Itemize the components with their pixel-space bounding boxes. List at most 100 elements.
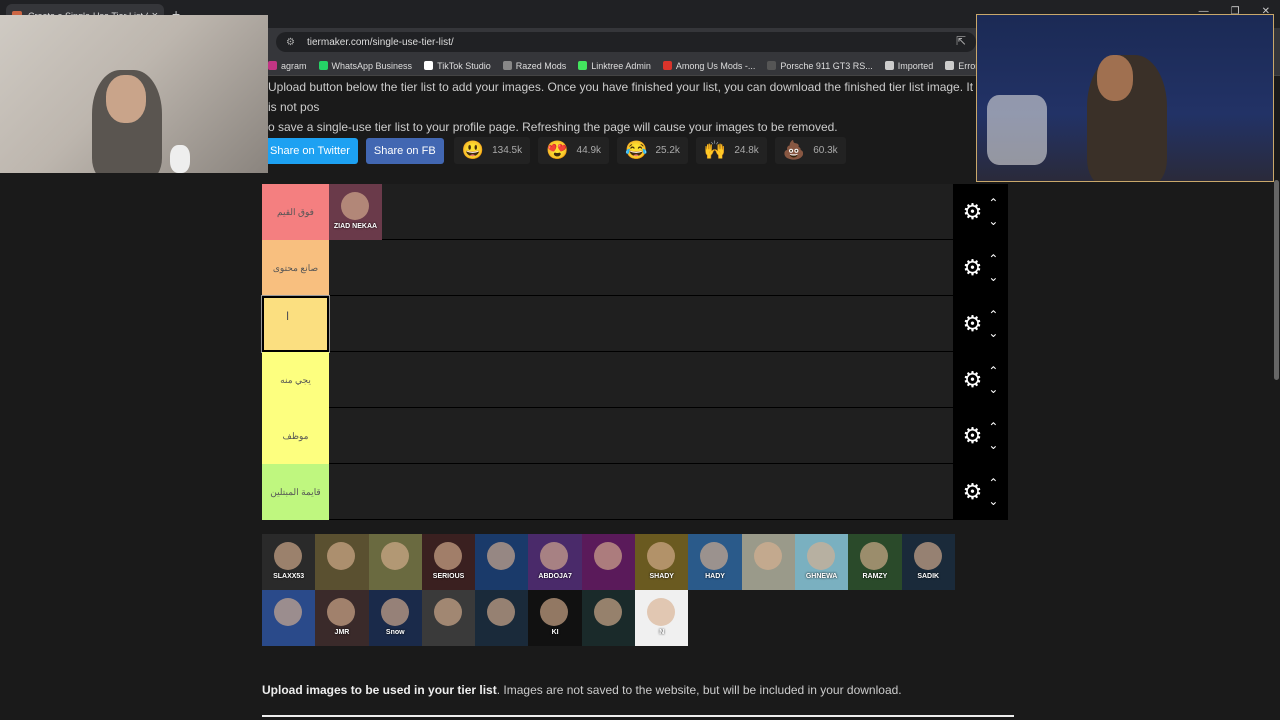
tier-items[interactable] bbox=[329, 296, 953, 351]
reaction-poop[interactable]: 💩 60.3k bbox=[774, 137, 846, 164]
tier-row: قايمة المبتلين ⚙ ⌃ ⌄ bbox=[262, 464, 1008, 520]
avatar bbox=[487, 598, 516, 626]
tier-image[interactable] bbox=[741, 534, 795, 590]
tier-controls: ⚙ ⌃ ⌄ bbox=[953, 296, 1008, 351]
tier-image[interactable]: SHADY bbox=[635, 534, 689, 590]
bookmark-item[interactable]: Razed Mods bbox=[502, 61, 566, 71]
site-info-icon[interactable]: ⚙ bbox=[286, 37, 295, 48]
move-down-icon[interactable]: ⌄ bbox=[988, 436, 998, 454]
share-twitter-button[interactable]: Share on Twitter bbox=[262, 137, 358, 164]
image-caption: SLAXX53 bbox=[273, 572, 305, 580]
bookmark-item[interactable]: Imported bbox=[884, 61, 933, 71]
tier-image[interactable]: SLAXX53 bbox=[262, 534, 316, 590]
avatar bbox=[540, 542, 569, 570]
laughing-face-icon: 😂 bbox=[625, 140, 648, 160]
tier-label[interactable]: قايمة المبتلين bbox=[262, 464, 329, 520]
move-up-icon[interactable]: ⌃ bbox=[988, 418, 998, 436]
avatar bbox=[700, 542, 729, 570]
share-fb-button[interactable]: Share on FB bbox=[365, 137, 444, 164]
image-caption: SADIK bbox=[917, 572, 940, 580]
avatar bbox=[380, 598, 409, 626]
tier-label[interactable]: موظف bbox=[262, 408, 329, 464]
move-down-icon[interactable]: ⌄ bbox=[988, 268, 998, 286]
tier-items[interactable] bbox=[329, 408, 953, 463]
bookmark-item[interactable]: Porsche 911 GT3 RS... bbox=[767, 61, 873, 71]
tier-image[interactable] bbox=[581, 534, 636, 590]
move-up-icon[interactable]: ⌃ bbox=[988, 306, 998, 324]
bookmark-item[interactable]: Linktree Admin bbox=[578, 61, 651, 71]
upload-instructions: Upload images to be used in your tier li… bbox=[262, 683, 902, 697]
move-up-icon[interactable]: ⌃ bbox=[988, 362, 998, 380]
bookmark-item[interactable]: WhatsApp Business bbox=[318, 60, 413, 71]
reaction-count: 24.8k bbox=[734, 145, 759, 156]
tier-image[interactable] bbox=[262, 590, 316, 646]
move-down-icon[interactable]: ⌄ bbox=[988, 212, 998, 230]
bookmark-item[interactable]: Among Us Mods -... bbox=[662, 61, 755, 71]
settings-gear-icon[interactable]: ⚙ bbox=[963, 479, 983, 505]
scrollbar[interactable] bbox=[1272, 180, 1280, 720]
tier-row: موظف ⚙ ⌃ ⌄ bbox=[262, 408, 1008, 464]
upload-area-border bbox=[262, 715, 1014, 717]
scrollbar-thumb[interactable] bbox=[1274, 180, 1279, 380]
tier-label[interactable]: يجي منه bbox=[262, 352, 329, 408]
tier-image[interactable]: RAMZY bbox=[848, 534, 902, 590]
bookmark-label: WhatsApp Business bbox=[331, 60, 413, 71]
bookmark-item[interactable]: Error bbox=[945, 61, 978, 71]
tier-items[interactable] bbox=[329, 240, 953, 295]
tier-label[interactable]: I bbox=[261, 295, 330, 353]
tier-label[interactable]: صانع محتوى bbox=[262, 240, 329, 296]
image-caption: N bbox=[659, 628, 665, 636]
reaction-grinning-face[interactable]: 😃 134.5k bbox=[453, 137, 531, 164]
text-cursor-icon: I bbox=[285, 309, 290, 323]
tier-image[interactable]: JMR bbox=[315, 590, 369, 646]
tier-image[interactable]: HADY bbox=[688, 534, 742, 590]
settings-gear-icon[interactable]: ⚙ bbox=[963, 423, 983, 449]
tier-image[interactable] bbox=[581, 590, 636, 646]
bookmark-icon bbox=[268, 61, 277, 70]
tier-image[interactable]: SADIK bbox=[901, 534, 955, 590]
settings-gear-icon[interactable]: ⚙ bbox=[963, 255, 983, 281]
tier-items[interactable] bbox=[329, 464, 953, 519]
tier-image[interactable]: N bbox=[635, 590, 689, 646]
intro-line-2: o save a single-use tier list to your pr… bbox=[268, 120, 838, 134]
tier-image[interactable]: Snow bbox=[368, 590, 422, 646]
tier-items[interactable] bbox=[329, 352, 953, 407]
tier-image[interactable] bbox=[368, 534, 422, 590]
reaction-raised-hands[interactable]: 🙌 24.8k bbox=[695, 137, 767, 164]
tier-image[interactable]: SERIOUS bbox=[421, 534, 476, 590]
bookmark-icon bbox=[945, 61, 955, 70]
move-down-icon[interactable]: ⌄ bbox=[988, 380, 998, 398]
tier-image[interactable] bbox=[315, 534, 369, 590]
url-field[interactable]: ⚙ tiermaker.com/single-use-tier-list/ bbox=[276, 32, 976, 52]
settings-gear-icon[interactable]: ⚙ bbox=[963, 367, 983, 393]
move-down-icon[interactable]: ⌄ bbox=[988, 492, 998, 510]
image-caption: KI bbox=[551, 628, 559, 636]
move-up-icon[interactable]: ⌃ bbox=[988, 194, 998, 212]
tier-image[interactable]: KI bbox=[528, 590, 582, 646]
reaction-laughing-face[interactable]: 😂 25.2k bbox=[617, 137, 688, 164]
tier-items[interactable]: ZIAD NEKAA bbox=[329, 184, 953, 240]
image-pool: SLAXX53 SERIOUS ABDOJA7 SHADY HADY GHNEWA RAMZ… bbox=[262, 534, 1008, 646]
tier-image[interactable]: GHNEWA bbox=[794, 534, 849, 590]
tier-image[interactable] bbox=[421, 590, 476, 646]
move-up-icon[interactable]: ⌃ bbox=[988, 474, 998, 492]
tier-image[interactable] bbox=[475, 590, 529, 646]
open-external-icon[interactable]: ⇱ bbox=[956, 34, 966, 48]
settings-gear-icon[interactable]: ⚙ bbox=[963, 311, 983, 337]
microphone-icon bbox=[170, 145, 190, 173]
bookmark-item[interactable]: agram bbox=[268, 61, 307, 71]
image-caption: GHNEWA bbox=[805, 572, 838, 580]
image-caption: ABDOJA7 bbox=[538, 572, 572, 580]
settings-gear-icon[interactable]: ⚙ bbox=[963, 199, 983, 225]
tier-image[interactable]: ZIAD NEKAA bbox=[329, 184, 382, 240]
raised-hands-icon: 🙌 bbox=[703, 140, 727, 160]
move-down-icon[interactable]: ⌄ bbox=[988, 324, 998, 342]
tier-image[interactable]: ABDOJA7 bbox=[528, 534, 582, 590]
avatar bbox=[380, 542, 409, 570]
move-up-icon[interactable]: ⌃ bbox=[988, 250, 998, 268]
bookmark-item[interactable]: TikTok Studio bbox=[424, 61, 491, 71]
tier-label[interactable]: فوق القيم bbox=[262, 184, 329, 240]
tier-image[interactable] bbox=[475, 534, 529, 590]
reaction-heart-eyes[interactable]: 😍 44.9k bbox=[538, 137, 610, 164]
bookmark-icon bbox=[884, 61, 894, 70]
